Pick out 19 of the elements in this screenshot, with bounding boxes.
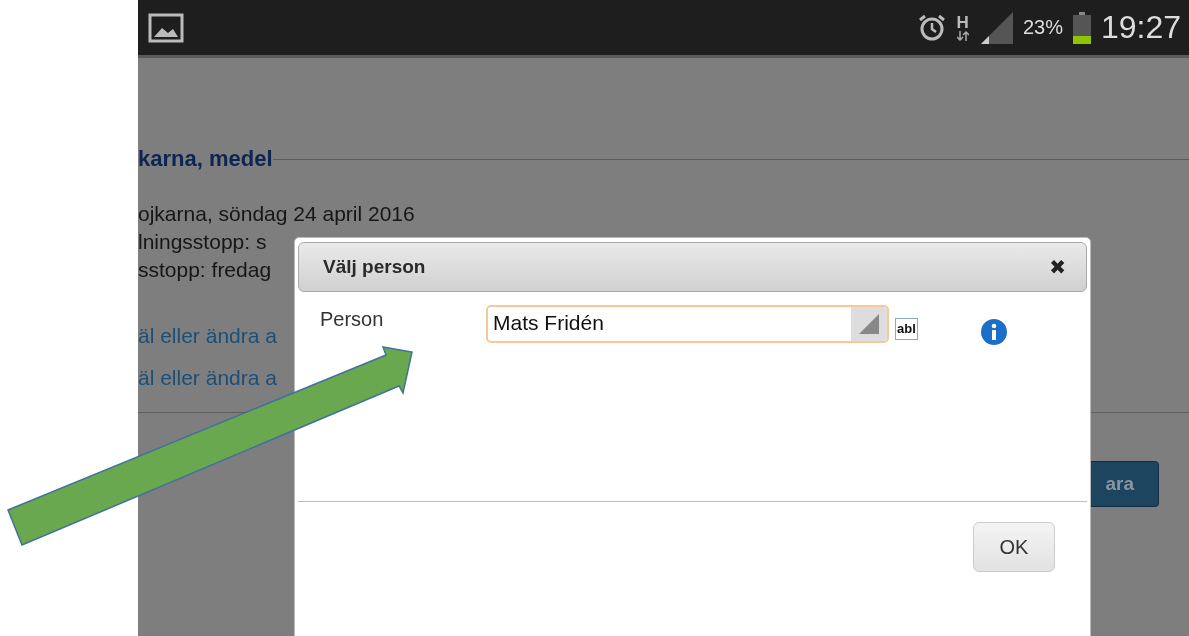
dialog-title: Välj person [323, 256, 427, 278]
picture-icon [148, 12, 184, 43]
battery-icon [1072, 11, 1091, 44]
clock-time: 19:27 [1100, 9, 1181, 46]
data-arrows-icon [956, 31, 969, 41]
info-text: ojkarna, söndag 24 april 2016 [138, 201, 415, 227]
ok-button[interactable]: OK [973, 522, 1055, 572]
close-button[interactable]: ✖ [1049, 255, 1066, 279]
network-type: H [956, 14, 969, 31]
battery-percent: 23% [1022, 16, 1063, 39]
section-heading: karna, medel [138, 146, 273, 172]
info-icon[interactable] [979, 318, 1008, 346]
dropdown-icon [859, 314, 879, 334]
info-text: lningsstopp: s [138, 229, 267, 255]
text-mode-icon[interactable]: abl [895, 318, 918, 340]
info-text: sstopp: fredag [138, 257, 272, 283]
person-select[interactable]: Mats Fridén [486, 305, 889, 343]
alarm-clock-icon [916, 12, 947, 43]
field-label: Person [320, 307, 385, 331]
